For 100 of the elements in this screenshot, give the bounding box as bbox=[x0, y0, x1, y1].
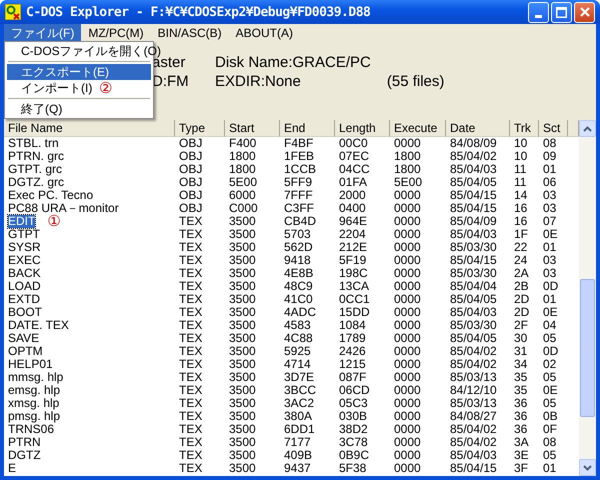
file-name[interactable]: E bbox=[8, 462, 16, 475]
file-name[interactable]: GTPT bbox=[8, 228, 40, 241]
table-cell-text: 30 bbox=[513, 332, 528, 345]
table-cell-text: 36 bbox=[513, 397, 528, 410]
column-header[interactable]: Sct bbox=[539, 120, 568, 137]
menu-item[interactable]: ファイル(F) bbox=[4, 24, 82, 42]
file-name[interactable]: OPTM bbox=[8, 345, 43, 358]
menu-item[interactable]: BIN/ASC(B) bbox=[150, 24, 229, 42]
file-name[interactable]: xmsg. hlp bbox=[8, 397, 60, 410]
column-header[interactable]: File Name bbox=[4, 120, 175, 137]
file-name[interactable]: BOOT bbox=[8, 306, 42, 319]
maximize-button[interactable] bbox=[551, 2, 572, 22]
table-cell-text: TEX bbox=[178, 280, 204, 293]
menu-item[interactable]: MZ/PC(M) bbox=[81, 24, 151, 42]
info-text: (55 files) bbox=[386, 73, 444, 90]
file-name[interactable]: TRNS06 bbox=[8, 423, 54, 436]
file-name[interactable]: DATE. TEX bbox=[8, 319, 69, 332]
table-cell-text: 0D bbox=[542, 345, 560, 358]
table-cell-text: 01 bbox=[542, 163, 558, 176]
table-cell-text: 85/04/03 bbox=[449, 449, 498, 462]
file-name[interactable]: mmsg. hlp bbox=[8, 371, 64, 384]
file-name[interactable]: STBL. trn bbox=[8, 137, 59, 150]
table-cell-text: 1F bbox=[513, 228, 530, 241]
table-cell-text: 85/04/05 bbox=[449, 176, 498, 189]
table-cell-text: 03 bbox=[542, 254, 558, 267]
file-name[interactable]: BACK bbox=[8, 267, 41, 280]
table-cell-text: 212E bbox=[338, 241, 368, 254]
scroll-up-button[interactable] bbox=[579, 120, 596, 137]
table-cell-text: TEX bbox=[178, 410, 204, 423]
menu-option[interactable]: インポート(I) bbox=[7, 80, 99, 96]
table-cell-text: 08 bbox=[542, 436, 558, 449]
table-cell-text: 02 bbox=[542, 358, 558, 371]
file-name[interactable]: GTPT. grc bbox=[8, 163, 62, 176]
column-header[interactable]: Start bbox=[225, 120, 280, 137]
file-name[interactable]: PTRN. grc bbox=[8, 150, 64, 163]
table-cell-text: 198C bbox=[338, 267, 369, 280]
table-cell-text: 16 bbox=[513, 215, 528, 228]
column-header[interactable]: Type bbox=[175, 120, 225, 137]
table-cell-text: 0D bbox=[542, 280, 560, 293]
file-name[interactable]: EXTD bbox=[8, 293, 40, 306]
column-header[interactable]: Trk bbox=[510, 120, 539, 137]
menu-option[interactable]: エクスポート(E) bbox=[7, 64, 151, 80]
file-name[interactable]: HELP01 bbox=[8, 358, 53, 371]
table-cell-text: 0000 bbox=[393, 254, 422, 267]
table-cell-text: 85/04/15 bbox=[449, 462, 498, 475]
menu-option[interactable]: 終了(Q) bbox=[7, 101, 151, 117]
table-cell-text: TEX bbox=[178, 215, 204, 228]
table-cell-text: 85/04/02 bbox=[449, 150, 498, 163]
table-cell-text: 562D bbox=[283, 241, 314, 254]
table-cell-text: TEX bbox=[178, 254, 204, 267]
minimize-button[interactable] bbox=[528, 2, 549, 22]
file-name[interactable]: PC88 URA－monitor bbox=[8, 202, 119, 215]
file-name[interactable]: PTRN bbox=[8, 436, 41, 449]
table-cell-text: 964E bbox=[338, 215, 368, 228]
file-name[interactable]: SYSR bbox=[8, 241, 41, 254]
table-cell-text: 3500 bbox=[228, 254, 257, 267]
file-name[interactable]: EXEC bbox=[8, 254, 41, 267]
column-header[interactable]: Length bbox=[335, 120, 390, 137]
table-cell-text: 0000 bbox=[393, 449, 422, 462]
table-cell-text: TEX bbox=[178, 384, 204, 397]
menu-item[interactable]: ABOUT(A) bbox=[228, 24, 300, 42]
column-header[interactable]: End bbox=[280, 120, 335, 137]
table-cell-text: 85/04/03 bbox=[449, 163, 498, 176]
maximize-icon bbox=[556, 6, 567, 18]
file-name[interactable]: LOAD bbox=[8, 280, 41, 293]
table-cell-text: 5F38 bbox=[338, 462, 368, 475]
table-cell-text: 5F19 bbox=[338, 254, 368, 267]
scroll-thumb[interactable] bbox=[580, 279, 595, 417]
table-cell-text: 0000 bbox=[393, 215, 422, 228]
file-name[interactable]: DGTZ bbox=[8, 449, 41, 462]
window-title: C-DOS Explorer - F:¥C¥CDOSExp2¥Debug¥FD0039.D88 bbox=[26, 4, 372, 20]
table-cell-text: 0000 bbox=[393, 371, 422, 384]
close-icon bbox=[580, 7, 590, 17]
table-cell-text: 0000 bbox=[393, 267, 422, 280]
scroll-down-button[interactable] bbox=[579, 459, 596, 476]
file-name[interactable]: Exec PC. Tecno bbox=[8, 189, 94, 202]
table-cell-text: 030B bbox=[338, 410, 368, 423]
table-cell-text: 0000 bbox=[393, 345, 422, 358]
table-cell-text: 4ADC bbox=[283, 306, 318, 319]
table-cell-text: 1800 bbox=[393, 163, 422, 176]
file-name[interactable]: pmsg. hlp bbox=[8, 410, 60, 423]
table-cell-text: 2000 bbox=[338, 189, 367, 202]
table-cell-text: TEX bbox=[178, 345, 204, 358]
column-header[interactable]: Execute bbox=[390, 120, 446, 137]
table-cell-text: CB4D bbox=[283, 215, 318, 228]
table-cell-text: C3FF bbox=[283, 202, 315, 215]
file-name[interactable]: emsg. hlp bbox=[8, 384, 60, 397]
scrollbar[interactable] bbox=[579, 120, 596, 476]
file-name[interactable]: DGTZ. grc bbox=[8, 176, 64, 189]
table-cell-text: 6DD1 bbox=[283, 423, 316, 436]
column-header[interactable]: Date bbox=[446, 120, 510, 137]
file-name[interactable]: SAVE bbox=[8, 332, 40, 345]
table-cell-text: 85/04/02 bbox=[449, 358, 498, 371]
table-cell-text: 85/03/30 bbox=[449, 241, 498, 254]
close-button[interactable] bbox=[574, 2, 595, 22]
info-text: EXDIR:None bbox=[215, 73, 302, 90]
table-cell-text: 06 bbox=[542, 176, 558, 189]
table-cell-text: 05C3 bbox=[338, 397, 369, 410]
file-name[interactable]: EDIT bbox=[8, 215, 36, 228]
table-cell-text: 01 bbox=[542, 241, 558, 254]
